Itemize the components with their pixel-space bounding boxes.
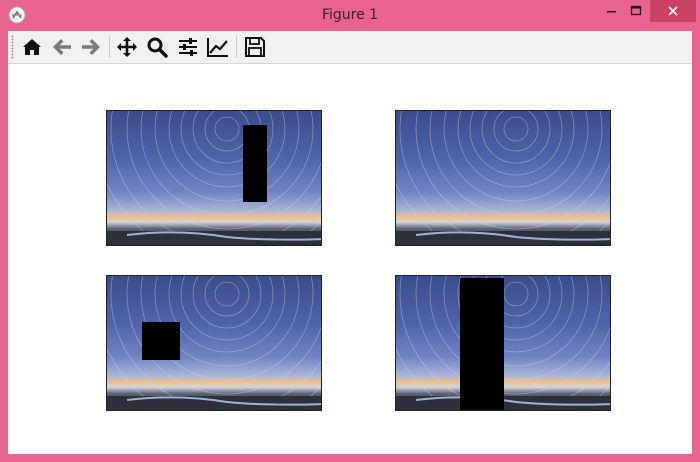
subplot-top-right[interactable] <box>395 110 611 246</box>
title-bar[interactable]: Figure 1 <box>0 0 700 31</box>
star-trails-image <box>396 111 610 245</box>
toolbar-separator <box>236 36 237 58</box>
edit-axes-icon[interactable] <box>206 35 230 59</box>
client-area <box>8 31 692 454</box>
navigation-toolbar <box>8 31 692 64</box>
configure-subplots-icon[interactable] <box>176 35 200 59</box>
toolbar-separator <box>109 36 110 58</box>
figure-canvas[interactable] <box>8 64 692 454</box>
star-trails-image <box>107 276 321 410</box>
occluder-block <box>243 125 267 202</box>
subplot-top-left[interactable] <box>106 110 322 246</box>
maximize-button[interactable] <box>620 0 652 22</box>
figure-window: Figure 1 <box>0 0 700 462</box>
window-title: Figure 1 <box>321 7 379 23</box>
occluder-block <box>142 322 180 360</box>
forward-arrow-icon[interactable] <box>79 35 103 59</box>
toolbar-grip[interactable] <box>11 35 14 59</box>
back-arrow-icon[interactable] <box>50 35 74 59</box>
star-trails-image <box>107 111 321 245</box>
pan-icon[interactable] <box>115 35 139 59</box>
subplot-bottom-left[interactable] <box>106 275 322 411</box>
subplot-bottom-right[interactable] <box>395 275 611 411</box>
close-button[interactable] <box>650 0 696 22</box>
home-icon[interactable] <box>20 35 44 59</box>
occluder-block <box>460 278 504 410</box>
zoom-icon[interactable] <box>145 35 169 59</box>
save-icon[interactable] <box>243 35 267 59</box>
